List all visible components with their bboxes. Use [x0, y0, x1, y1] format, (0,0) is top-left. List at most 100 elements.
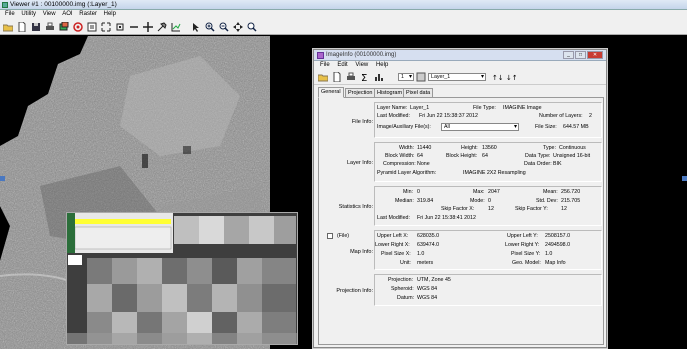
- ii-menu-view[interactable]: View: [355, 62, 368, 68]
- hammer-icon[interactable]: [157, 22, 167, 32]
- compression-value: None: [417, 161, 430, 167]
- pixel-size-x-value: 1.0: [417, 251, 425, 257]
- imageinfo-app-icon: [317, 52, 324, 59]
- map-info-group: Upper Left X: 628035.0 Upper Left Y: 250…: [374, 230, 602, 270]
- close-button[interactable]: ✕: [587, 51, 603, 59]
- viewer-menubar: File Utility View AOI Raster Help: [0, 10, 687, 19]
- file-size-label: File Size:: [535, 124, 557, 130]
- layer-select[interactable]: Layer_1: [428, 73, 486, 81]
- file-info-label: File Info:: [351, 119, 373, 125]
- menu-aoi[interactable]: AOI: [62, 11, 72, 17]
- band-number-spinner[interactable]: 1: [398, 73, 414, 81]
- max-value: 2047: [488, 189, 500, 195]
- ii-menu-edit[interactable]: Edit: [337, 62, 347, 68]
- block-width-value: 64: [417, 153, 423, 159]
- menu-help[interactable]: Help: [104, 11, 116, 17]
- upper-left-y-value: 2508157.0: [545, 233, 571, 239]
- fit-icon[interactable]: [115, 22, 125, 32]
- info-icon[interactable]: [87, 22, 97, 32]
- num-layers-value: 2: [589, 113, 592, 119]
- compression-label: Compression:: [383, 161, 416, 167]
- file-size-value: 644.57 MB: [563, 124, 589, 130]
- aux-files-label: Image/Auxiliary File(s):: [377, 124, 431, 130]
- crosshair-icon[interactable]: [143, 22, 153, 32]
- menu-view[interactable]: View: [43, 11, 56, 17]
- geo-model-label: Geo. Model:: [512, 260, 541, 266]
- pyramid-label: Pyramid Layer Algorithm:: [377, 170, 437, 176]
- unit-value: meters: [417, 260, 434, 266]
- maximize-button[interactable]: □: [575, 51, 586, 59]
- print-icon[interactable]: [346, 72, 356, 82]
- data-order-value: BIK: [553, 161, 562, 167]
- new-file-icon[interactable]: [332, 72, 342, 82]
- menu-utility[interactable]: Utility: [21, 11, 36, 17]
- skip-y-label: Skip Factor Y:: [515, 206, 548, 212]
- mode-value: 0: [488, 198, 491, 204]
- target-icon[interactable]: [73, 22, 83, 32]
- pointer-icon[interactable]: [191, 22, 201, 32]
- inset-content: [67, 213, 297, 344]
- print-icon[interactable]: [45, 22, 55, 32]
- layer-name-value: Layer_1: [410, 105, 430, 111]
- width-label: Width:: [399, 145, 415, 151]
- zoom-out-icon[interactable]: [219, 22, 229, 32]
- sort-descending-icon[interactable]: ↓↑: [506, 72, 516, 82]
- open-folder-icon[interactable]: [318, 72, 328, 82]
- projection-label: Projection:: [388, 277, 414, 283]
- app-icon: [2, 2, 8, 8]
- height-label: Height:: [461, 145, 478, 151]
- layers-icon[interactable]: [59, 22, 69, 32]
- inset-viewer[interactable]: [66, 212, 298, 345]
- layer-info-label: Layer Info:: [347, 160, 373, 166]
- projection-value: UTM, Zone 45: [417, 277, 451, 283]
- stats-last-modified-value: Fri Jun 22 15:38:41 2012: [417, 215, 476, 221]
- block-width-label: Block Width:: [385, 153, 415, 159]
- minimize-button[interactable]: _: [563, 51, 574, 59]
- skip-y-value: 12: [561, 206, 567, 212]
- chart-icon[interactable]: [171, 22, 181, 32]
- data-type-label: Data Type:: [525, 153, 551, 159]
- viewer-title: Viewer #1 : 00100000.img (:Layer_1): [10, 1, 117, 8]
- pixel-size-x-label: Pixel Size X:: [381, 251, 411, 257]
- magnifier-icon[interactable]: [247, 22, 257, 32]
- save-icon[interactable]: [31, 22, 41, 32]
- stats-info-group: Min: 0 Max: 2047 Mean: 256.720 Median: 3…: [374, 186, 602, 226]
- open-folder-icon[interactable]: [3, 22, 13, 32]
- menu-raster[interactable]: Raster: [79, 11, 97, 17]
- sigma-icon[interactable]: Σ: [360, 72, 370, 82]
- spheroid-value: WGS 84: [417, 286, 438, 292]
- lower-right-y-label: Lower Right Y:: [505, 242, 540, 248]
- tab-general[interactable]: General: [318, 87, 344, 98]
- right-edge-marker: [682, 176, 687, 181]
- svg-text:Σ: Σ: [361, 73, 367, 82]
- std-value: 215.705: [561, 198, 581, 204]
- lower-right-x-value: 639474.0: [417, 242, 440, 248]
- aux-files-select[interactable]: All: [441, 123, 519, 131]
- type-label: Type:: [543, 145, 556, 151]
- spheroid-label: Spheroid:: [391, 286, 414, 292]
- minus-icon[interactable]: [129, 22, 139, 32]
- imageinfo-window: ImageInfo (00100000.img) _ □ ✕ File Edit…: [313, 49, 607, 348]
- upper-left-y-label: Upper Left Y:: [507, 233, 538, 239]
- ii-menu-help[interactable]: Help: [376, 62, 388, 68]
- skip-x-label: Skip Factor X:: [441, 206, 475, 212]
- ii-menu-file[interactable]: File: [320, 62, 330, 68]
- file-checkbox[interactable]: [327, 233, 333, 239]
- sort-ascending-icon[interactable]: ↑↓: [492, 72, 502, 82]
- file-type-label: File Type:: [473, 105, 496, 111]
- menu-file[interactable]: File: [5, 11, 15, 17]
- projection-info-label: Projection Info:: [336, 288, 373, 294]
- min-value: 0: [417, 189, 420, 195]
- zoom-extent-icon[interactable]: [101, 22, 111, 32]
- block-height-value: 64: [482, 153, 488, 159]
- max-label: Max:: [473, 189, 485, 195]
- stats-last-modified-label: Last Modified:: [377, 215, 410, 221]
- pan-icon[interactable]: [233, 22, 243, 32]
- svg-text:↓↑: ↓↑: [506, 74, 516, 82]
- histogram-icon[interactable]: [374, 72, 384, 82]
- median-label: Median:: [395, 198, 414, 204]
- layer-info-group: Width: 11440 Height: 13560 Type: Continu…: [374, 142, 602, 182]
- zoom-in-icon[interactable]: [205, 22, 215, 32]
- file-checkbox-label: (File): [337, 233, 350, 239]
- new-file-icon[interactable]: [17, 22, 27, 32]
